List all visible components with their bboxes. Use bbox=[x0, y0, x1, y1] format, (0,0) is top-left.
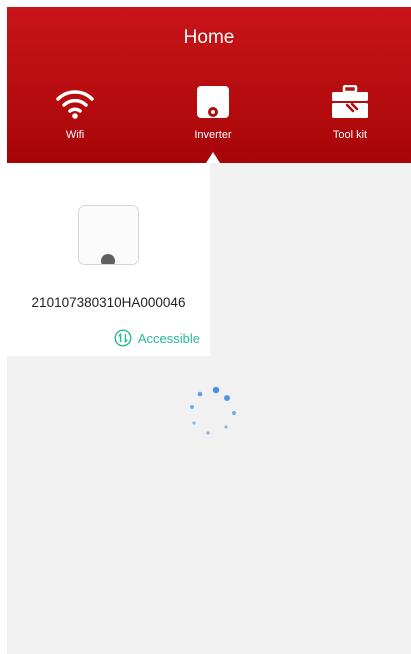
inverter-thumbnail bbox=[78, 205, 139, 265]
app-header: Home Wifi Inverter Tool kit bbox=[7, 7, 411, 163]
tab-toolkit-label: Tool kit bbox=[332, 129, 368, 141]
inverter-icon bbox=[168, 86, 258, 119]
device-serial-number: 210107380310HA000046 bbox=[31, 295, 186, 310]
loading-spinner-icon bbox=[190, 386, 237, 435]
toolbox-icon bbox=[305, 85, 395, 119]
tab-wifi-label: Wifi bbox=[65, 129, 85, 141]
page-title: Home bbox=[183, 27, 235, 48]
device-card[interactable]: 210107380310HA000046 Accessible bbox=[7, 163, 210, 356]
inverter-dial-icon bbox=[101, 254, 115, 264]
device-status: Accessible bbox=[114, 329, 200, 347]
app-screen: Home Wifi Inverter Tool kit 210107380310… bbox=[7, 7, 411, 654]
selected-tab-indicator bbox=[206, 152, 220, 163]
device-status-label: Accessible bbox=[137, 330, 200, 346]
tab-inverter[interactable]: Inverter bbox=[168, 86, 258, 141]
tab-wifi[interactable]: Wifi bbox=[30, 87, 120, 141]
wifi-icon bbox=[30, 87, 120, 119]
accessible-icon bbox=[114, 329, 132, 347]
tab-toolkit[interactable]: Tool kit bbox=[305, 85, 395, 141]
tab-inverter-label: Inverter bbox=[194, 129, 232, 141]
